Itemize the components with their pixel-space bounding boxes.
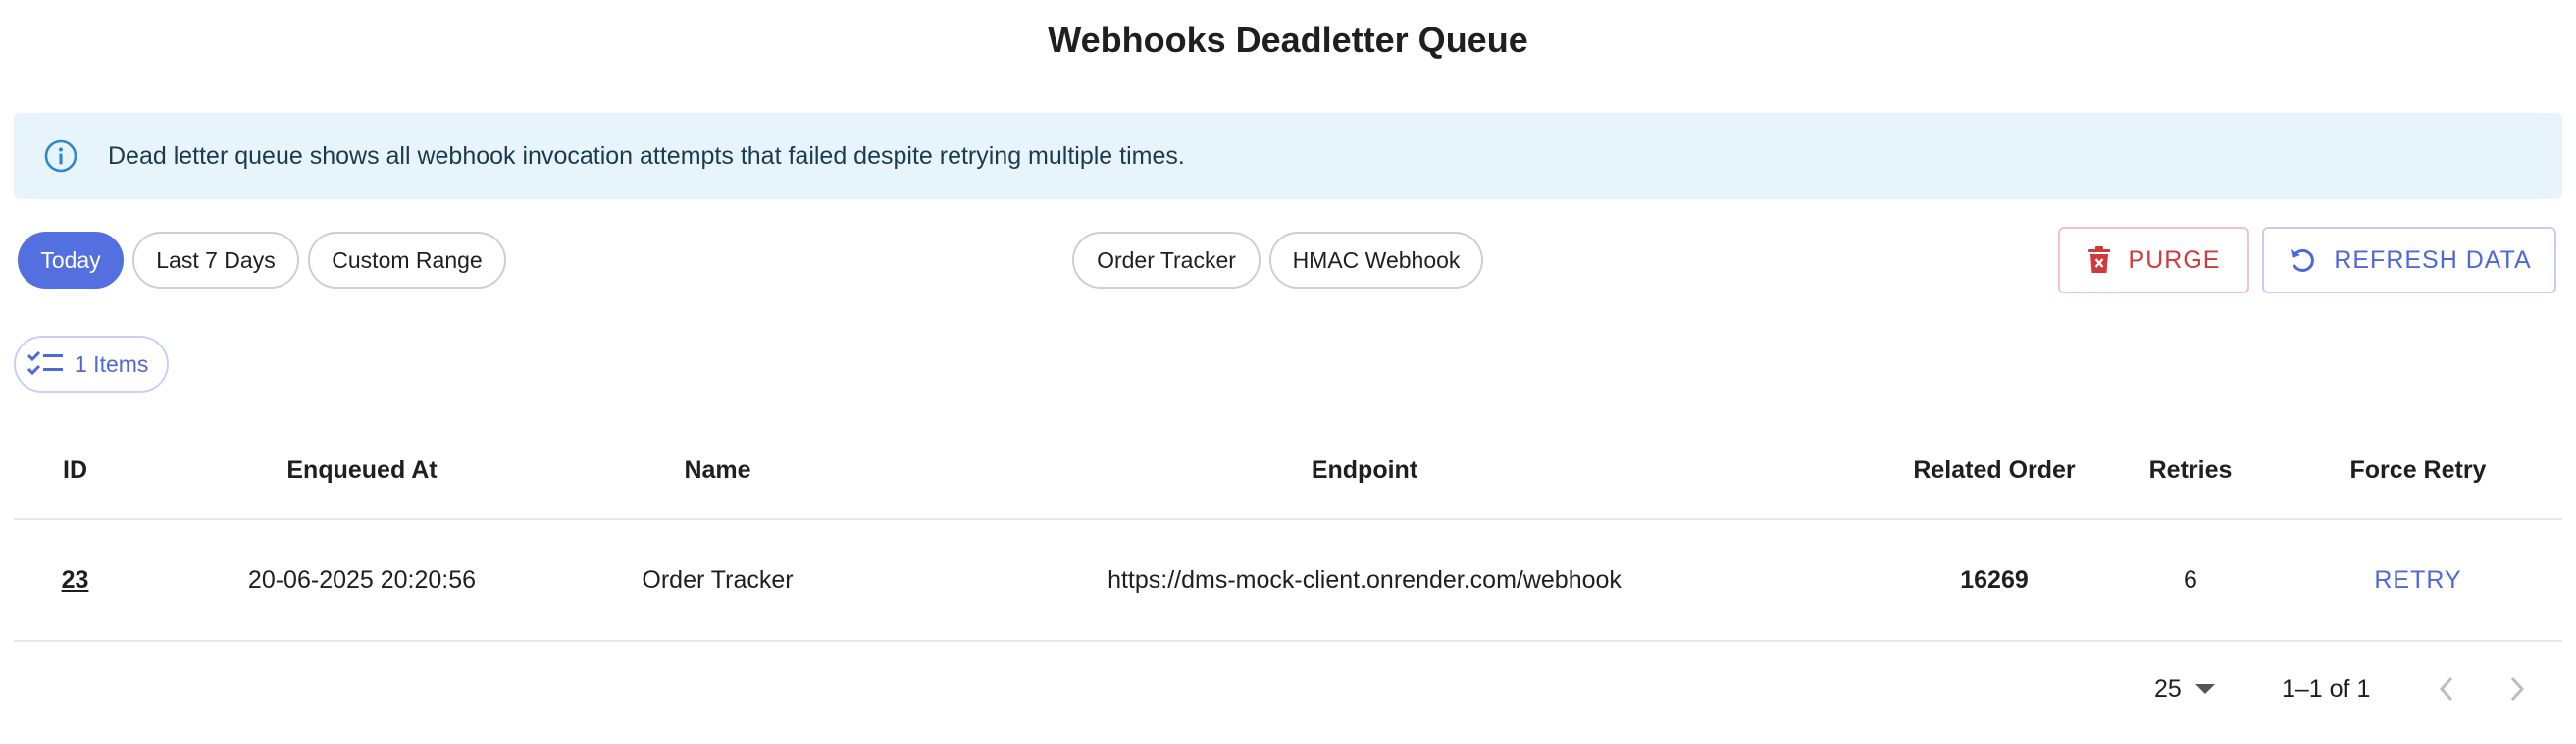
rows-per-page-value: 25 <box>2154 674 2182 703</box>
column-header-force-retry: Force Retry <box>2349 455 2487 484</box>
deadletter-page: Webhooks Deadletter Queue Dead letter qu… <box>0 0 2576 744</box>
chevron-left-icon <box>2439 676 2454 702</box>
filter-last-7-days-chip[interactable]: Last 7 Days <box>132 232 299 289</box>
related-order-cell: 16269 <box>1881 520 2107 640</box>
alert-text: Dead letter queue shows all webhook invo… <box>108 141 1185 170</box>
retries-cell: 6 <box>2184 565 2197 594</box>
column-header-enqueued-at[interactable]: Enqueued At <box>136 422 588 518</box>
checklist-icon <box>27 350 65 378</box>
page-title: Webhooks Deadletter Queue <box>1048 20 1528 60</box>
purge-button[interactable]: PURGE <box>2058 227 2249 293</box>
id-cell: 23 <box>14 520 136 640</box>
refresh-icon <box>2287 245 2316 275</box>
force-retry-cell: RETRY <box>2274 520 2562 640</box>
column-header-name[interactable]: Name <box>588 422 848 518</box>
chevron-right-icon <box>2509 676 2525 702</box>
filter-hmac-webhook-chip[interactable]: HMAC Webhook <box>1269 232 1483 289</box>
next-page-button[interactable] <box>2492 664 2543 715</box>
items-count-chip[interactable]: 1 Items <box>14 336 169 393</box>
table-row: 23 20-06-2025 20:20:56 Order Tracker htt… <box>14 520 2562 642</box>
table-header-row: ID Enqueued At Name Endpoint Related Ord… <box>14 422 2562 520</box>
info-icon <box>43 138 78 174</box>
retry-button[interactable]: RETRY <box>2374 566 2461 595</box>
purge-label: PURGE <box>2128 245 2221 274</box>
endpoint-cell: https://dms-mock-client.onrender.com/web… <box>1108 565 1622 594</box>
enqueued-at-cell: 20-06-2025 20:20:56 <box>247 565 477 594</box>
column-header-endpoint[interactable]: Endpoint <box>848 422 1881 518</box>
dropdown-arrow-icon <box>2194 683 2215 695</box>
column-header-related-order[interactable]: Related Order <box>1881 422 2107 518</box>
info-alert: Dead letter queue shows all webhook invo… <box>14 113 2562 199</box>
items-count-label: 1 Items <box>75 350 149 377</box>
refresh-data-label: REFRESH DATA <box>2334 245 2532 274</box>
refresh-data-button[interactable]: REFRESH DATA <box>2262 227 2556 293</box>
related-order-value: 16269 <box>1960 565 2029 594</box>
trash-icon <box>2087 246 2111 274</box>
id-link[interactable]: 23 <box>62 566 89 595</box>
column-header-retries[interactable]: Retries <box>2107 422 2274 518</box>
name-cell: Order Tracker <box>642 565 794 594</box>
previous-page-button[interactable] <box>2421 664 2472 715</box>
pagination-range: 1–1 of 1 <box>2282 674 2371 703</box>
filter-order-tracker-chip[interactable]: Order Tracker <box>1072 232 1261 289</box>
filter-today-chip[interactable]: Today <box>18 232 124 289</box>
column-header-id[interactable]: ID <box>14 422 136 518</box>
deadletter-table: ID Enqueued At Name Endpoint Related Ord… <box>14 422 2562 642</box>
filter-custom-range-chip[interactable]: Custom Range <box>308 232 506 289</box>
rows-per-page-select[interactable]: 25 <box>2154 664 2233 715</box>
